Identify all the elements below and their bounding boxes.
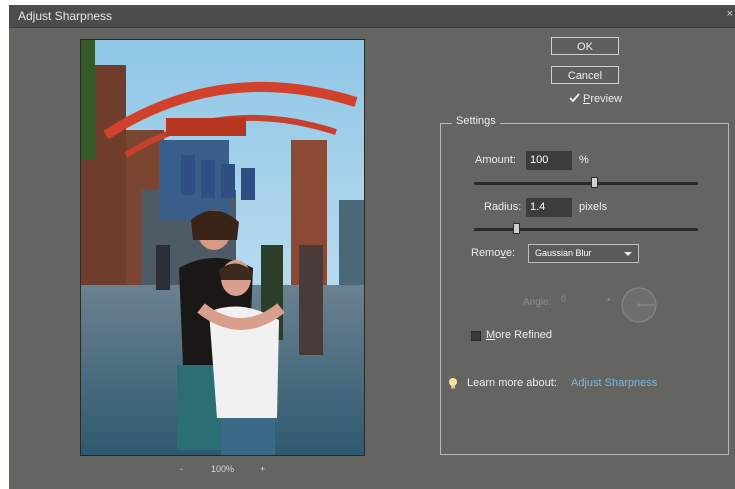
- remove-selected: Gaussian Blur: [535, 248, 592, 258]
- adjust-sharpness-help-link[interactable]: Adjust Sharpness: [571, 377, 657, 389]
- more-refined-checkbox[interactable]: [471, 331, 481, 341]
- angle-value: 0: [561, 294, 567, 304]
- amount-label: Amount:: [475, 154, 516, 166]
- ok-button[interactable]: OK: [551, 37, 619, 55]
- dialog-title: Adjust Sharpness: [18, 9, 113, 23]
- angle-label: Angle:: [523, 297, 552, 308]
- preview-toggle[interactable]: Preview: [569, 92, 622, 105]
- chevron-down-icon: [624, 252, 632, 256]
- more-refined-label[interactable]: More Refined: [486, 329, 552, 341]
- zoom-level: 100%: [211, 464, 235, 474]
- settings-title: Settings: [452, 115, 500, 127]
- preview-image[interactable]: [80, 39, 365, 456]
- radius-unit: pixels: [579, 201, 608, 213]
- amount-slider-handle[interactable]: [591, 177, 599, 188]
- learn-more-prefix: Learn more about:: [467, 377, 557, 389]
- radius-label: Radius:: [484, 201, 522, 213]
- remove-label: Remove:: [471, 247, 516, 259]
- preview-photo: [81, 40, 364, 455]
- settings-group: [440, 123, 729, 455]
- amount-input[interactable]: 100: [526, 151, 572, 170]
- title-bar[interactable]: Adjust Sharpness ×: [9, 5, 735, 28]
- zoom-out-button[interactable]: -: [180, 464, 183, 474]
- checkmark-icon[interactable]: [569, 92, 580, 103]
- close-icon[interactable]: ×: [727, 8, 733, 20]
- radius-slider-track[interactable]: [474, 228, 698, 231]
- adjust-sharpness-dialog: Adjust Sharpness × - 100% + OK Cancel Pr…: [9, 5, 735, 489]
- cancel-button[interactable]: Cancel: [551, 66, 619, 84]
- remove-dropdown[interactable]: Gaussian Blur: [528, 244, 639, 263]
- preview-label: Preview: [583, 93, 623, 105]
- radius-input[interactable]: 1.4: [526, 198, 572, 217]
- angle-dial[interactable]: [620, 286, 658, 324]
- amount-slider-track[interactable]: [474, 182, 698, 185]
- radius-slider-handle[interactable]: [513, 223, 521, 234]
- lightbulb-icon: [449, 378, 457, 389]
- angle-dot-icon: •: [607, 295, 611, 306]
- amount-unit: %: [579, 154, 589, 166]
- zoom-in-button[interactable]: +: [260, 464, 265, 474]
